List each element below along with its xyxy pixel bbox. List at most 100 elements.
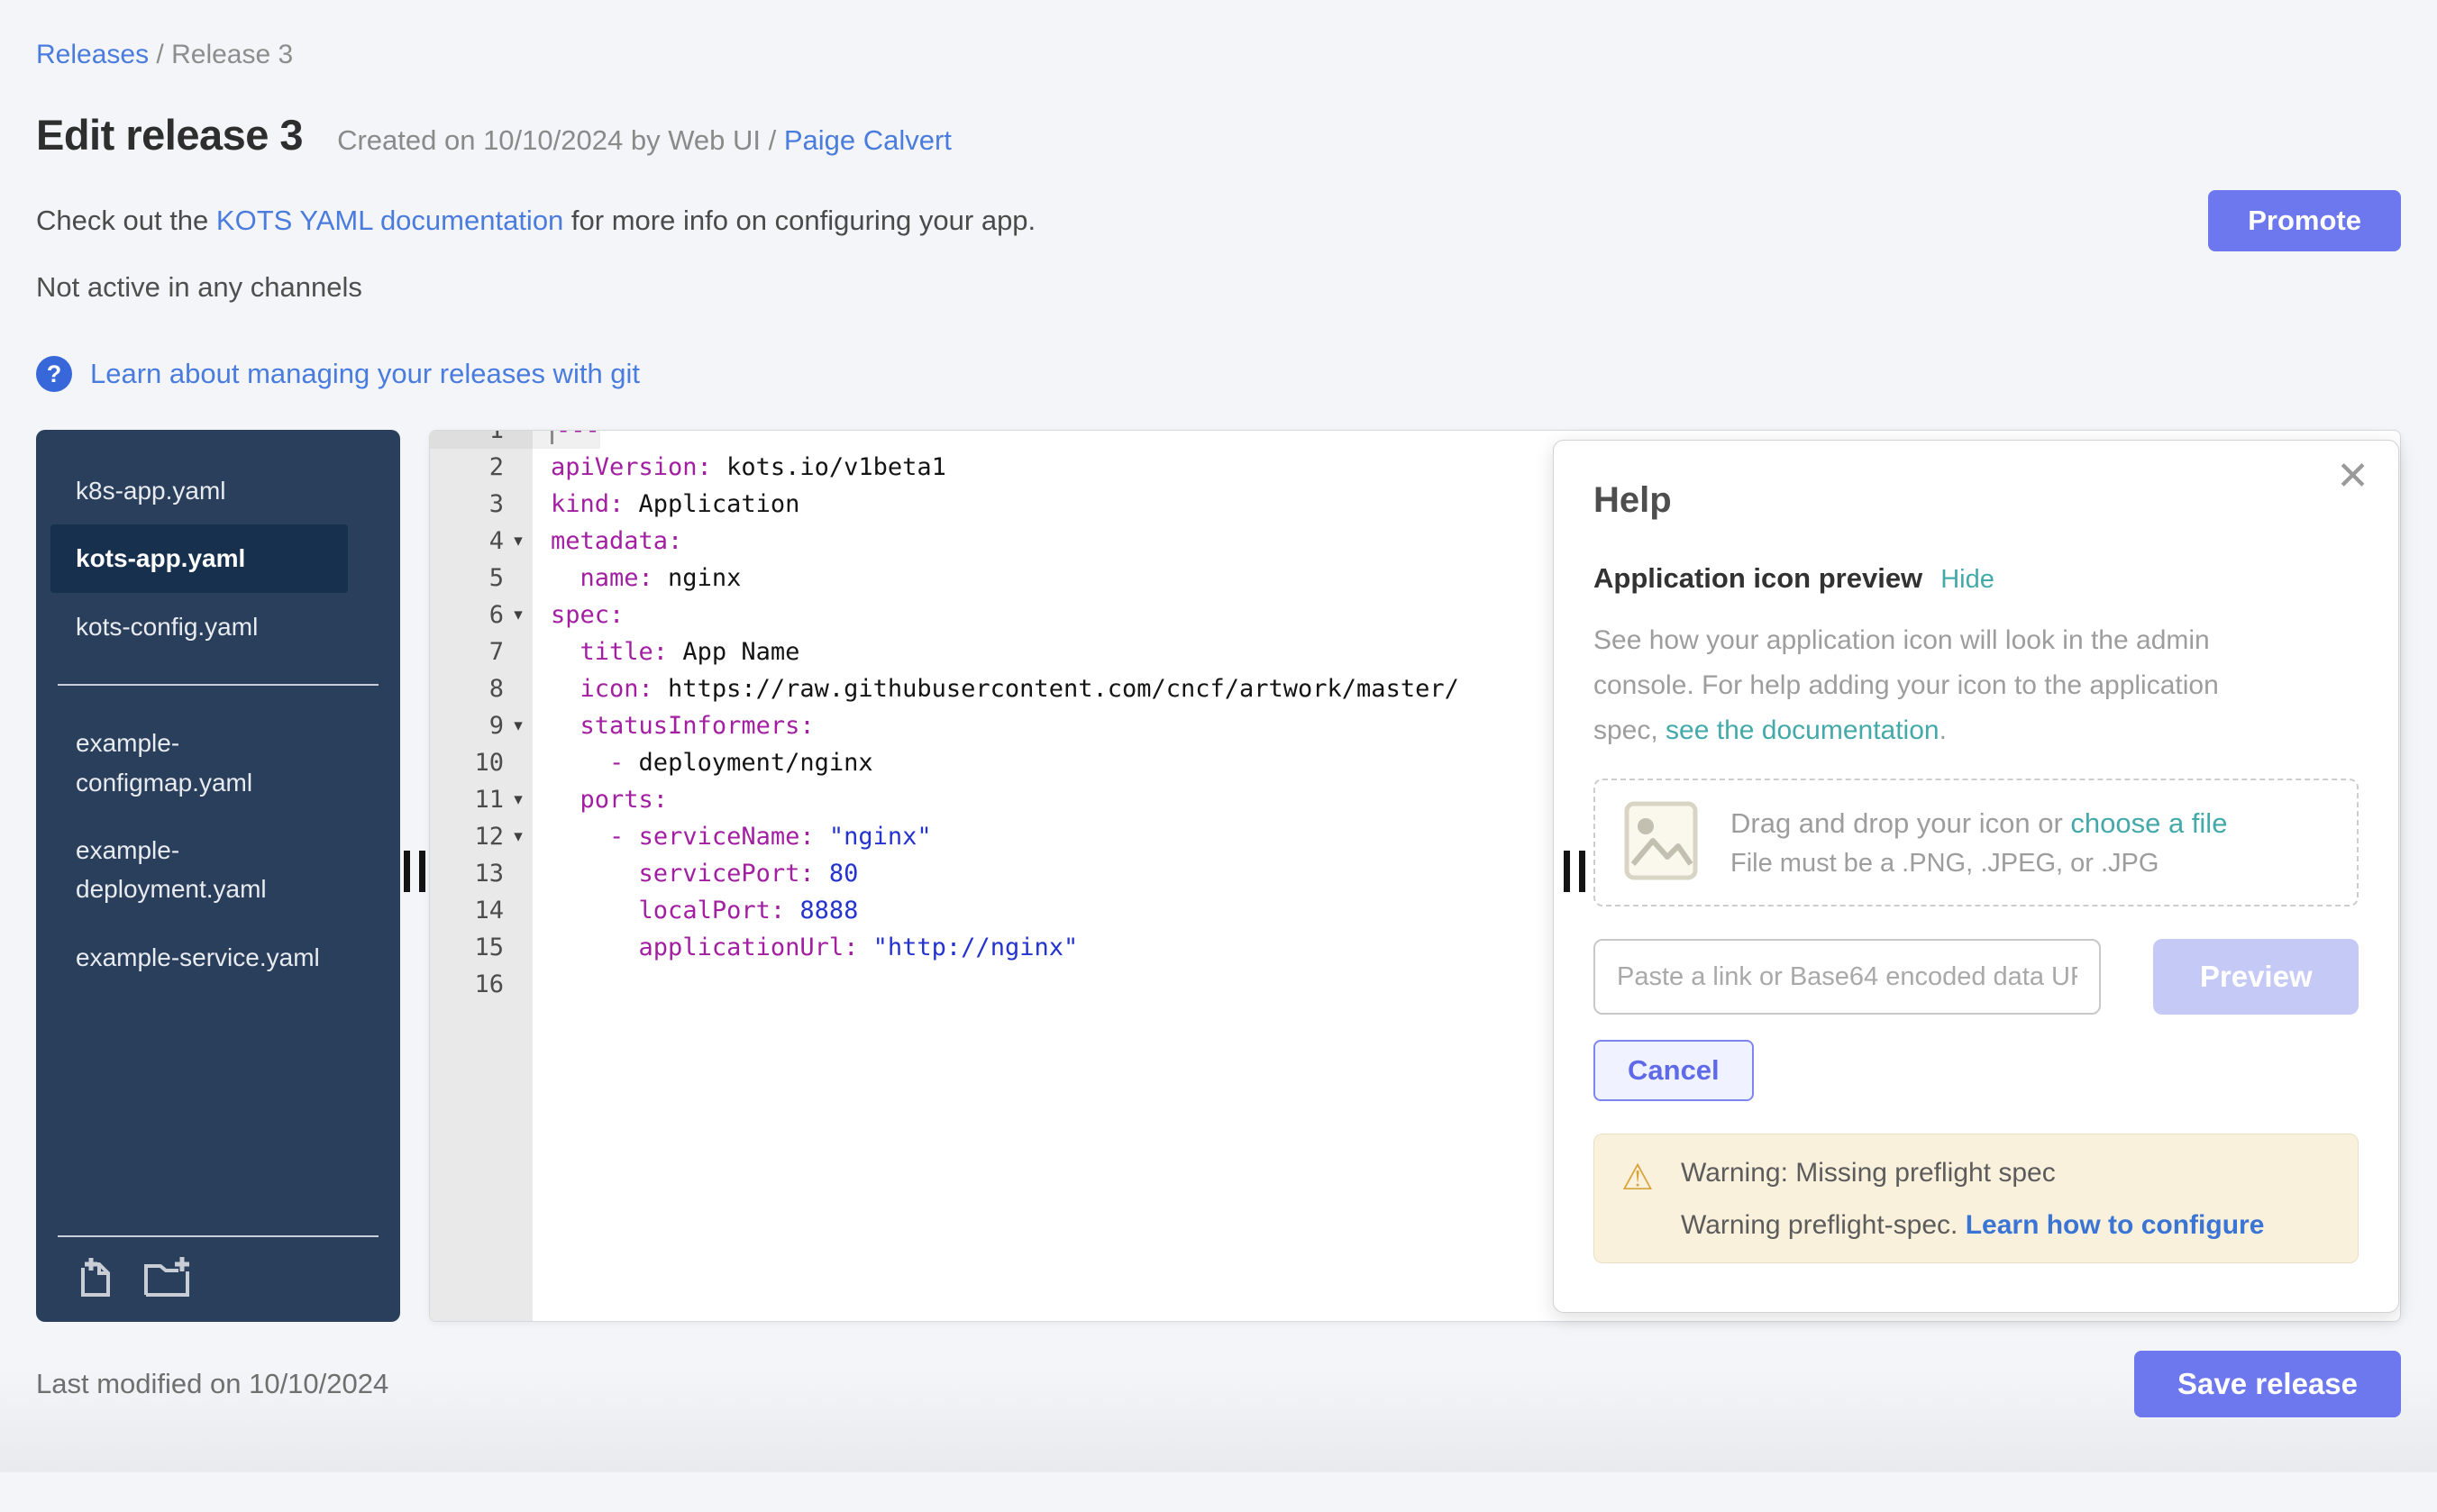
line-number: 13 — [430, 855, 504, 892]
code-text: title: App Name — [533, 633, 799, 670]
breadcrumb: Releases / Release 3 — [36, 40, 2401, 70]
dropzone-hint: File must be a .PNG, .JPEG, or .JPG — [1730, 849, 2227, 879]
release-workspace: k8s-app.yamlkots-app.yamlkots-config.yam… — [36, 430, 2401, 1322]
save-release-button[interactable]: Save release — [2134, 1351, 2401, 1417]
file-sidebar: k8s-app.yamlkots-app.yamlkots-config.yam… — [36, 430, 400, 1322]
code-text: --- — [533, 430, 600, 449]
icon-dropzone[interactable]: Drag and drop your icon or choose a file… — [1593, 779, 2359, 906]
line-number: 9 — [430, 707, 504, 744]
help-panel-resize-handle[interactable] — [1564, 851, 1585, 892]
last-modified-text: Last modified on 10/10/2024 — [36, 1368, 388, 1400]
kots-yaml-doc-link[interactable]: KOTS YAML documentation — [216, 205, 563, 236]
line-number: 7 — [430, 633, 504, 670]
line-number: 6 — [430, 597, 504, 633]
fold-spacer — [504, 430, 533, 449]
dropzone-text: Drag and drop your icon or choose a file… — [1730, 807, 2227, 879]
fold-spacer — [504, 486, 533, 523]
file-item[interactable]: kots-config.yaml — [50, 593, 348, 660]
line-number: 15 — [430, 929, 504, 966]
page-title: Edit release 3 — [36, 110, 303, 159]
created-info: Created on 10/10/2024 by Web UI / Paige … — [337, 124, 952, 157]
line-number: 11 — [430, 781, 504, 818]
code-text: spec: — [533, 597, 624, 633]
line-number: 1 — [430, 430, 504, 449]
code-text: localPort: 8888 — [533, 892, 858, 929]
fold-arrow-icon[interactable]: ▾ — [504, 597, 533, 633]
fold-spacer — [504, 633, 533, 670]
dropzone-label: Drag and drop your icon or — [1730, 807, 2070, 839]
created-text: Created on 10/10/2024 by Web UI / — [337, 124, 784, 156]
breadcrumb-releases-link[interactable]: Releases — [36, 40, 149, 69]
see-documentation-link[interactable]: see the documentation — [1666, 715, 1940, 745]
add-folder-icon[interactable] — [142, 1255, 195, 1300]
doc-row: Check out the KOTS YAML documentation fo… — [36, 190, 2401, 251]
warning-triangle-icon: ⚠︎ — [1621, 1160, 1665, 1241]
help-description: See how your application icon will look … — [1593, 618, 2251, 753]
file-list-examples: example-configmap.yamlexample-deployment… — [36, 709, 400, 991]
title-row: Edit release 3 Created on 10/10/2024 by … — [36, 110, 2401, 159]
cancel-button[interactable]: Cancel — [1593, 1040, 1754, 1101]
add-file-icon[interactable] — [76, 1255, 117, 1300]
file-list-kots: k8s-app.yamlkots-app.yamlkots-config.yam… — [36, 457, 400, 660]
fold-arrow-icon[interactable]: ▾ — [504, 523, 533, 560]
section-title: Application icon preview — [1593, 562, 1922, 595]
line-number: 5 — [430, 560, 504, 597]
line-number: 16 — [430, 966, 504, 1003]
fold-arrow-icon[interactable]: ▾ — [504, 781, 533, 818]
doc-text: Check out the KOTS YAML documentation fo… — [36, 205, 1036, 237]
git-releases-link[interactable]: Learn about managing your releases with … — [90, 358, 640, 390]
image-placeholder-icon — [1624, 801, 1698, 885]
code-text: - deployment/nginx — [533, 744, 873, 781]
fold-arrow-icon[interactable]: ▾ — [504, 818, 533, 855]
hide-link[interactable]: Hide — [1940, 565, 1994, 595]
warning-text: Warning preflight-spec. — [1681, 1210, 1966, 1240]
doc-text-after: for more info on configuring your app. — [563, 205, 1036, 236]
doc-text-before: Check out the — [36, 205, 216, 236]
help-panel: ✕ Help Application icon preview Hide See… — [1553, 440, 2399, 1313]
sidebar-actions — [58, 1235, 379, 1300]
preview-button[interactable]: Preview — [2153, 939, 2359, 1015]
author-link[interactable]: Paige Calvert — [784, 124, 952, 156]
file-item[interactable]: kots-app.yaml — [50, 524, 348, 592]
warning-title: Warning: Missing preflight spec — [1681, 1158, 2264, 1189]
line-number: 4 — [430, 523, 504, 560]
file-item[interactable]: k8s-app.yaml — [50, 457, 348, 524]
line-number: 12 — [430, 818, 504, 855]
help-title: Help — [1593, 480, 2359, 521]
code-text: metadata: — [533, 523, 682, 560]
text-cursor — [551, 430, 553, 444]
preflight-warning: ⚠︎ Warning: Missing preflight spec Warni… — [1593, 1134, 2359, 1263]
line-number: 14 — [430, 892, 504, 929]
fold-spacer — [504, 449, 533, 486]
choose-file-link[interactable]: choose a file — [2070, 807, 2227, 839]
sidebar-resize-handle[interactable] — [404, 851, 425, 892]
icon-url-row: Preview — [1593, 939, 2359, 1015]
line-number: 8 — [430, 670, 504, 707]
icon-url-input[interactable] — [1593, 939, 2101, 1015]
file-item[interactable]: example-deployment.yaml — [50, 816, 348, 924]
fold-spacer — [504, 966, 533, 1003]
learn-configure-link[interactable]: Learn how to configure — [1966, 1210, 2265, 1240]
file-item[interactable]: example-configmap.yaml — [50, 709, 348, 816]
close-icon[interactable]: ✕ — [2336, 457, 2369, 496]
code-text: applicationUrl: "http://nginx" — [533, 929, 1078, 966]
fold-spacer — [504, 744, 533, 781]
help-desc-period: . — [1940, 715, 1947, 745]
promote-button[interactable]: Promote — [2208, 190, 2401, 251]
fold-spacer — [504, 892, 533, 929]
fold-spacer — [504, 929, 533, 966]
code-text: kind: Application — [533, 486, 799, 523]
line-number: 3 — [430, 486, 504, 523]
code-text: - serviceName: "nginx" — [533, 818, 932, 855]
file-item[interactable]: example-service.yaml — [50, 924, 348, 991]
code-text — [533, 966, 551, 1003]
fold-arrow-icon[interactable]: ▾ — [504, 707, 533, 744]
code-text: apiVersion: kots.io/v1beta1 — [533, 449, 946, 486]
code-text: name: nginx — [533, 560, 741, 597]
breadcrumb-current: Release 3 — [171, 40, 293, 69]
fold-spacer — [504, 560, 533, 597]
question-circle-icon: ? — [36, 356, 72, 392]
code-text: icon: https://raw.githubusercontent.com/… — [533, 670, 1459, 707]
code-text: ports: — [533, 781, 668, 818]
code-text: servicePort: 80 — [533, 855, 858, 892]
